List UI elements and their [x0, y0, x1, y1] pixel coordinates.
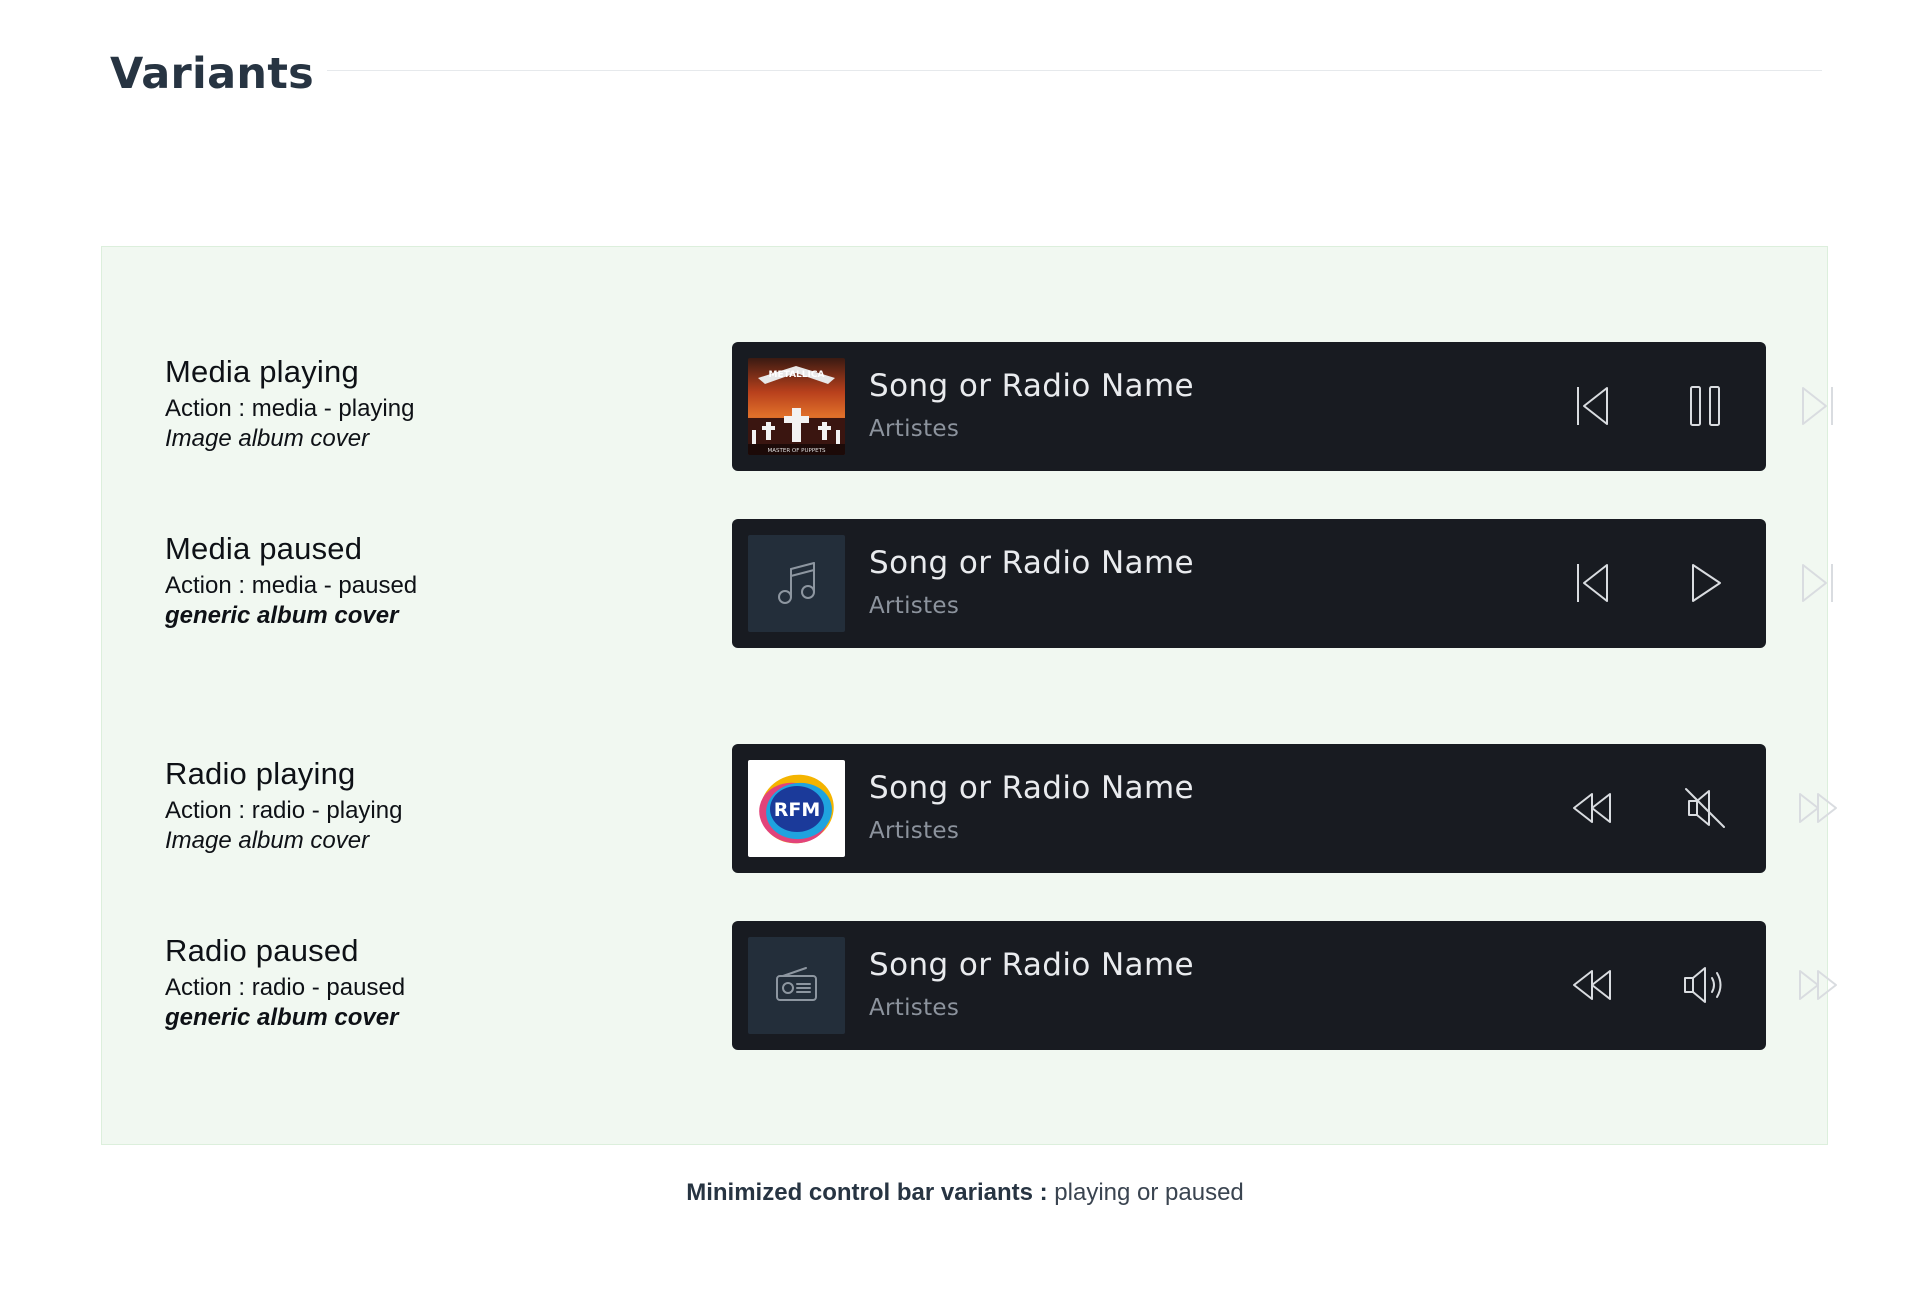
- control-bar-radio-playing: RFM Song or Radio Name Artistes: [732, 744, 1837, 873]
- variant-cover-note: Image album cover: [165, 425, 370, 452]
- generic-album-cover: [748, 535, 845, 632]
- track-artist: Artistes: [869, 593, 960, 619]
- track-artist: Artistes: [869, 995, 960, 1021]
- volume-button[interactable]: [1675, 955, 1735, 1015]
- figure-caption: Minimized control bar variants : playing…: [0, 1178, 1920, 1208]
- track-title: Song or Radio Name: [869, 947, 1195, 983]
- skip-next-icon: [1802, 387, 1833, 425]
- track-title: Song or Radio Name: [869, 545, 1195, 581]
- generic-radio-cover: [748, 937, 845, 1034]
- fast-forward-icon: [1799, 970, 1837, 1000]
- track-title: Song or Radio Name: [869, 770, 1195, 806]
- skip-previous-button[interactable]: [1562, 553, 1622, 613]
- rewind-icon: [1573, 793, 1611, 823]
- variant-action: Action : radio - playing: [165, 797, 403, 824]
- play-icon: [1692, 564, 1721, 602]
- album-title-text: MASTER OF PUPPETS: [768, 448, 826, 454]
- variant-title: Radio paused: [165, 933, 359, 968]
- section-title: Variants: [110, 49, 315, 99]
- radio-logo-text: RFM: [774, 799, 821, 821]
- music-note-icon: [778, 562, 815, 604]
- volume-on-icon: [1684, 967, 1722, 1003]
- variant-title: Media playing: [165, 354, 359, 389]
- skip-previous-icon: [1577, 564, 1608, 602]
- variant-title: Media paused: [165, 531, 363, 566]
- skip-previous-icon: [1577, 387, 1608, 425]
- track-title: Song or Radio Name: [869, 368, 1195, 404]
- pause-button[interactable]: [1675, 376, 1735, 436]
- rewind-button[interactable]: [1562, 955, 1622, 1015]
- variant-cover-note: generic album cover: [165, 1004, 399, 1031]
- variant-label-radio-paused: Radio paused Action : radio - paused gen…: [165, 932, 685, 1033]
- fast-forward-button[interactable]: [1788, 955, 1848, 1015]
- skip-next-icon: [1802, 564, 1833, 602]
- variant-cover-note: generic album cover: [165, 602, 399, 629]
- album-cover-image: METALLICA MASTER OF PUPPETS: [748, 358, 845, 455]
- variant-title: Radio playing: [165, 756, 356, 791]
- play-button[interactable]: [1675, 553, 1735, 613]
- variant-label-media-paused: Media paused Action : media - paused gen…: [165, 530, 685, 631]
- skip-next-button[interactable]: [1788, 376, 1848, 436]
- radio-logo-cover: RFM: [748, 760, 845, 857]
- variant-action: Action : media - paused: [165, 572, 418, 599]
- track-artist: Artistes: [869, 416, 960, 442]
- pause-icon: [1690, 386, 1720, 426]
- variant-cover-note: Image album cover: [165, 827, 370, 854]
- radio-icon: [776, 967, 817, 1001]
- volume-mute-icon: [1685, 788, 1725, 828]
- mute-button[interactable]: [1675, 778, 1735, 838]
- control-bar-media-playing: METALLICA MASTER OF PUPPETS Song or Radi…: [732, 342, 1833, 471]
- variant-label-media-playing: Media playing Action : media - playing I…: [165, 353, 685, 454]
- variant-action: Action : media - playing: [165, 395, 415, 422]
- album-band-text: METALLICA: [769, 370, 825, 380]
- control-bar-radio-paused: Song or Radio Name Artistes: [732, 921, 1837, 1050]
- caption-text: playing or paused: [1047, 1179, 1244, 1206]
- rewind-icon: [1573, 970, 1611, 1000]
- rewind-button[interactable]: [1562, 778, 1622, 838]
- variant-label-radio-playing: Radio playing Action : radio - playing I…: [165, 755, 685, 856]
- control-bar-media-paused: Song or Radio Name Artistes: [732, 519, 1833, 648]
- fast-forward-button[interactable]: [1788, 778, 1848, 838]
- fast-forward-icon: [1799, 793, 1837, 823]
- skip-next-button[interactable]: [1788, 553, 1848, 613]
- title-divider: [327, 70, 1822, 71]
- variant-action: Action : radio - paused: [165, 974, 406, 1001]
- skip-previous-button[interactable]: [1562, 376, 1622, 436]
- track-artist: Artistes: [869, 818, 960, 844]
- caption-bold: Minimized control bar variants :: [686, 1179, 1048, 1206]
